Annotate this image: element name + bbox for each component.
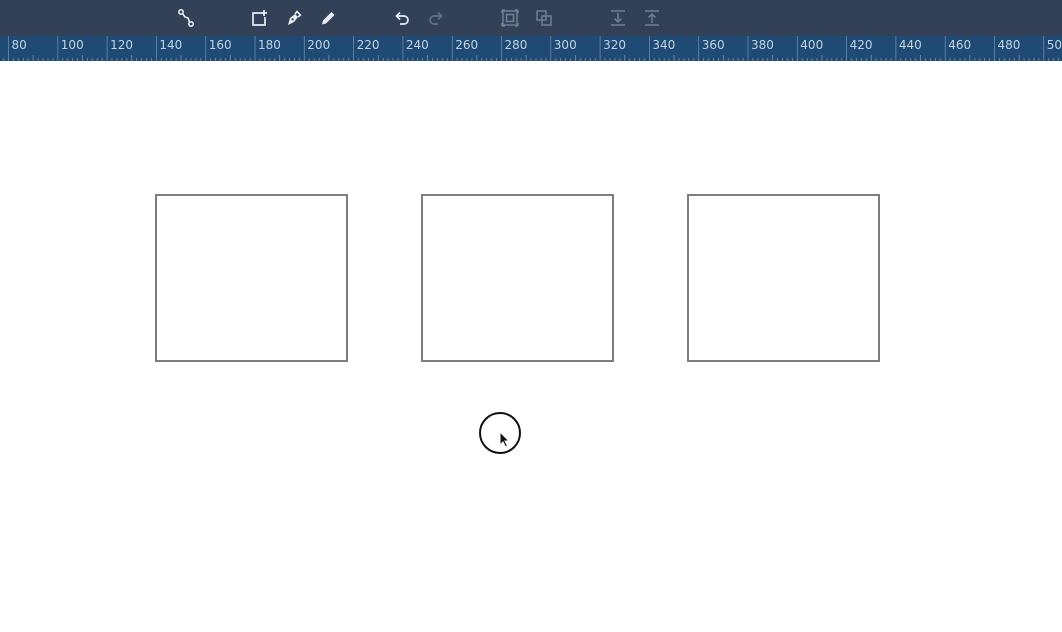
bring-forward-button[interactable]: [640, 6, 664, 30]
group-button[interactable]: [498, 6, 522, 30]
connector-tool-button[interactable]: [174, 6, 198, 30]
redo-icon: [429, 11, 443, 25]
ruler-label: 120: [110, 38, 133, 52]
ruler-label: 320: [603, 38, 626, 52]
ruler-label: 260: [455, 38, 478, 52]
editor-app: 80 100 120 140 160 180 200 220 240 260 280 300 320 34…: [0, 0, 1062, 632]
horizontal-ruler[interactable]: 80 100 120 140 160 180 200 220 240 260 280 300 320 34…: [0, 36, 1062, 61]
ruler-label: 400: [800, 38, 823, 52]
ruler-label: 240: [406, 38, 429, 52]
add-shape-button[interactable]: [247, 6, 271, 30]
rectangle-shape-1[interactable]: [155, 194, 348, 362]
ruler-label: 480: [998, 38, 1021, 52]
ruler-scale: 80 100 120 140 160 180 200 220 240 260 280 300 320 34…: [3, 36, 1062, 61]
ruler-label: 280: [505, 38, 528, 52]
pen-tool-icon: [288, 10, 302, 25]
ruler-label: 220: [357, 38, 380, 52]
undo-icon: [395, 11, 409, 25]
ungroup-button[interactable]: [532, 6, 556, 30]
ruler-label: 140: [159, 38, 182, 52]
ruler-label: 500: [1047, 38, 1062, 52]
ruler-label: 300: [554, 38, 577, 52]
ruler-label: 80: [12, 38, 27, 52]
redo-button[interactable]: [424, 6, 448, 30]
group-icon: [501, 9, 519, 27]
ruler-label: 200: [307, 38, 330, 52]
pencil-tool-icon: [322, 12, 335, 25]
ruler-label: 360: [702, 38, 725, 52]
mouse-pointer-icon: [499, 431, 511, 448]
ungroup-icon: [536, 10, 552, 26]
ruler-label: 160: [209, 38, 232, 52]
ruler-label: 180: [258, 38, 281, 52]
rectangle-shape-2[interactable]: [421, 194, 614, 362]
ruler-label: 460: [948, 38, 971, 52]
ruler-label: 420: [850, 38, 873, 52]
connector-tool-icon: [177, 8, 195, 28]
send-backward-icon: [611, 10, 625, 26]
drawing-canvas[interactable]: [0, 61, 1062, 632]
undo-button[interactable]: [390, 6, 414, 30]
pencil-tool-button[interactable]: [316, 6, 340, 30]
pen-tool-button[interactable]: [282, 6, 306, 30]
ruler-label: 440: [899, 38, 922, 52]
ruler-label: 100: [61, 38, 84, 52]
rectangle-shape-3[interactable]: [687, 194, 880, 362]
add-shape-icon: [252, 10, 267, 26]
bring-forward-icon: [645, 10, 659, 26]
ruler-label: 380: [751, 38, 774, 52]
send-backward-button[interactable]: [606, 6, 630, 30]
toolbar: [0, 0, 1062, 36]
ruler-label: 340: [652, 38, 675, 52]
